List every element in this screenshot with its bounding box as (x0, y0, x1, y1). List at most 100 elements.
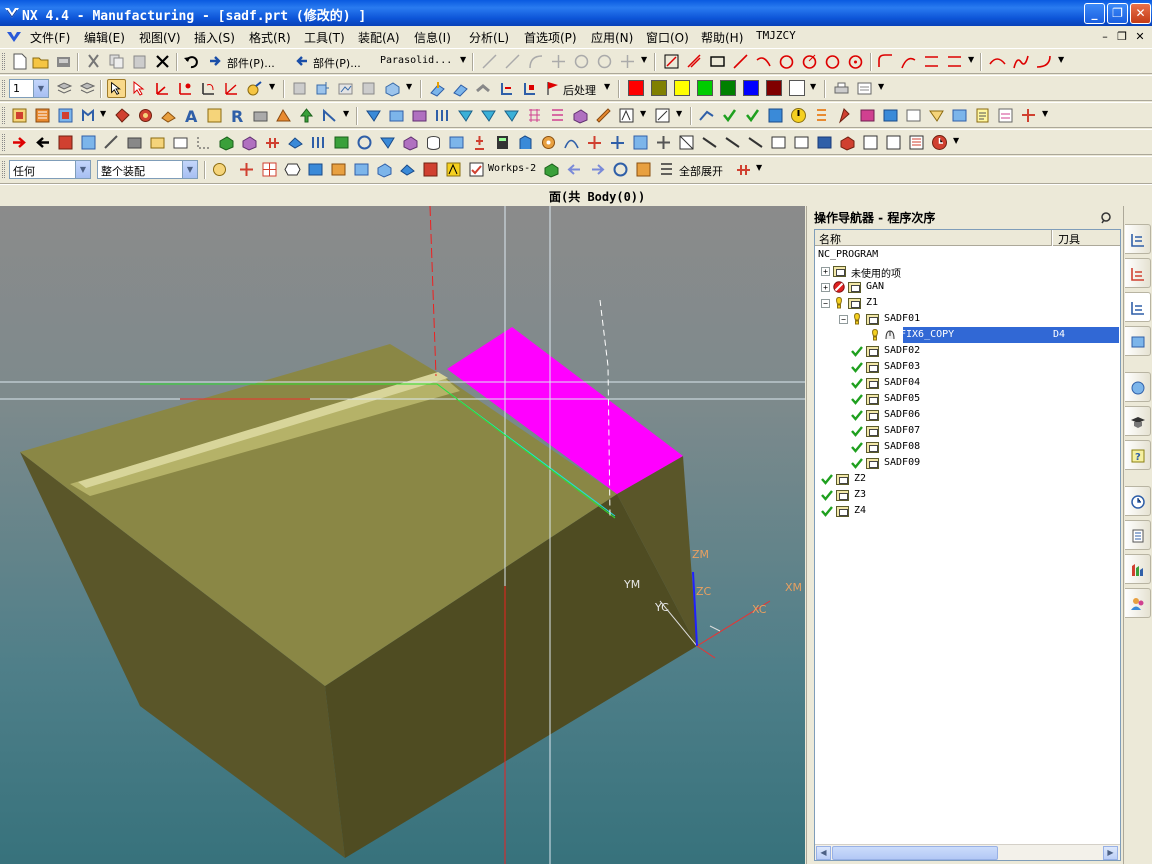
menu-view[interactable]: 视图(V) (139, 29, 181, 46)
cam-14-icon[interactable] (812, 106, 831, 125)
mdi-close-button[interactable]: ✕ (1133, 30, 1147, 44)
feature-11-icon[interactable] (297, 106, 316, 125)
selection-tool-icon[interactable] (107, 79, 126, 98)
nav-29-icon[interactable] (746, 133, 765, 152)
trim-icon[interactable] (899, 52, 918, 71)
nav-1-icon[interactable] (56, 133, 75, 152)
color-dropdown-icon[interactable]: ▼ (810, 82, 816, 91)
tree-row[interactable]: − Z1 (815, 295, 1120, 311)
part-next-icon[interactable] (206, 52, 225, 71)
calculator-icon[interactable] (493, 133, 512, 152)
verify-3-icon[interactable] (743, 106, 762, 125)
nc-icon[interactable] (861, 133, 880, 152)
resbar-tab-help[interactable]: ? (1125, 440, 1151, 470)
display-wcs-icon[interactable] (245, 79, 264, 98)
part-label-2[interactable]: 部件(P)... (313, 55, 361, 71)
cam-1-icon[interactable] (364, 106, 383, 125)
color-swatch-white[interactable] (789, 80, 805, 96)
feature-3-icon[interactable] (56, 106, 75, 125)
pin-icon[interactable] (1099, 211, 1113, 225)
fillet-icon[interactable] (876, 52, 895, 71)
sketch-circle-2-icon[interactable] (800, 52, 819, 71)
close-button[interactable]: ✕ (1130, 3, 1151, 24)
navigator-tree[interactable]: 名称 刀具 NC_PROGRAM + 未使用的项 + GAN − Z1 − SADF01 FIX6… (814, 229, 1121, 861)
toolbar2-dropdown-2-icon[interactable]: ▼ (406, 82, 412, 91)
resbar-tab-machine[interactable] (1125, 258, 1151, 288)
toolbar3-dropdown-4-icon[interactable]: ▼ (676, 109, 682, 118)
sel-7-icon[interactable] (352, 160, 371, 179)
workps-icon[interactable] (467, 160, 486, 179)
menu-help[interactable]: 帮助(H) (701, 29, 743, 46)
menu-window[interactable]: 窗口(O) (646, 29, 689, 46)
cam-2-icon[interactable] (387, 106, 406, 125)
menu-insert[interactable]: 插入(S) (194, 29, 235, 46)
nav-4-icon[interactable] (125, 133, 144, 152)
nav-8-icon[interactable] (217, 133, 236, 152)
nav-2-icon[interactable] (79, 133, 98, 152)
arc-icon[interactable] (526, 52, 545, 71)
feature-12-icon[interactable] (320, 106, 339, 125)
nav-23-icon[interactable] (608, 133, 627, 152)
sketch-line-icon[interactable] (685, 52, 704, 71)
feature-5-icon[interactable] (113, 106, 132, 125)
sel-3-icon[interactable] (260, 160, 279, 179)
tree-row[interactable]: SADF08 (815, 439, 1120, 455)
assembly-3-icon[interactable] (336, 79, 355, 98)
prev-icon[interactable] (565, 160, 584, 179)
print-icon[interactable] (832, 79, 851, 98)
extend-icon[interactable] (922, 52, 941, 71)
cam-13-icon[interactable] (653, 106, 672, 125)
tree-row[interactable]: SADF03 (815, 359, 1120, 375)
cut-icon[interactable] (84, 52, 103, 71)
part-back-icon[interactable] (292, 52, 311, 71)
nav-5-icon[interactable] (148, 133, 167, 152)
resbar-tab-history[interactable] (1125, 486, 1151, 516)
cam-3-icon[interactable] (410, 106, 429, 125)
arrow-left-icon[interactable] (33, 133, 52, 152)
nav-15-icon[interactable] (378, 133, 397, 152)
expand-all-icon[interactable] (657, 160, 676, 179)
wcs-orient-icon[interactable] (222, 79, 241, 98)
cam-20-icon[interactable] (950, 106, 969, 125)
feature-1-icon[interactable] (10, 106, 29, 125)
nav-11-icon[interactable] (286, 133, 305, 152)
offset-icon[interactable] (945, 52, 964, 71)
nav-6-icon[interactable] (171, 133, 190, 152)
delete-icon[interactable] (153, 52, 172, 71)
next-icon[interactable] (588, 160, 607, 179)
nav-30-icon[interactable] (769, 133, 788, 152)
verify-2-icon[interactable] (720, 106, 739, 125)
nav-12-icon[interactable] (309, 133, 328, 152)
toolbar-grip[interactable] (2, 53, 5, 70)
cross-icon[interactable] (618, 52, 637, 71)
sel-8-icon[interactable] (375, 160, 394, 179)
copy-icon[interactable] (107, 52, 126, 71)
nav-24-icon[interactable] (631, 133, 650, 152)
title-bar[interactable]: NX 4.4 - Manufacturing - [sadf.prt (修改的)… (0, 0, 1152, 26)
power-icon[interactable] (789, 106, 808, 125)
open-folder-icon[interactable] (31, 52, 50, 71)
toolbar-grip-5[interactable] (2, 161, 5, 178)
tree-row[interactable]: Z3 (815, 487, 1120, 503)
curve-icon[interactable] (988, 52, 1007, 71)
cam-22-icon[interactable] (1019, 106, 1038, 125)
color-swatch-blue[interactable] (743, 80, 759, 96)
clock-icon[interactable] (930, 133, 949, 152)
scroll-right-button[interactable]: ▶ (1103, 846, 1118, 860)
toolbar2-dropdown-4-icon[interactable]: ▼ (878, 82, 884, 91)
tree-row[interactable]: Z2 (815, 471, 1120, 487)
model-view[interactable]: ZM ZC XM XC YM YC (0, 206, 805, 864)
sel-14-icon[interactable] (634, 160, 653, 179)
cam-7-icon[interactable] (502, 106, 521, 125)
toolbar5-dropdown-icon[interactable]: ▼ (756, 163, 762, 172)
assembly-2-icon[interactable] (313, 79, 332, 98)
maximize-button[interactable]: ❐ (1107, 3, 1128, 24)
cam-12-icon[interactable] (617, 106, 636, 125)
resbar-tab-visualization[interactable] (1125, 554, 1151, 584)
shop-doc-icon[interactable] (973, 106, 992, 125)
resbar-tab-web[interactable] (1125, 372, 1151, 402)
nav-18-icon[interactable] (447, 133, 466, 152)
spline-icon[interactable] (1011, 52, 1030, 71)
feature-6-icon[interactable] (136, 106, 155, 125)
mdi-minimize-button[interactable]: – (1098, 30, 1112, 44)
